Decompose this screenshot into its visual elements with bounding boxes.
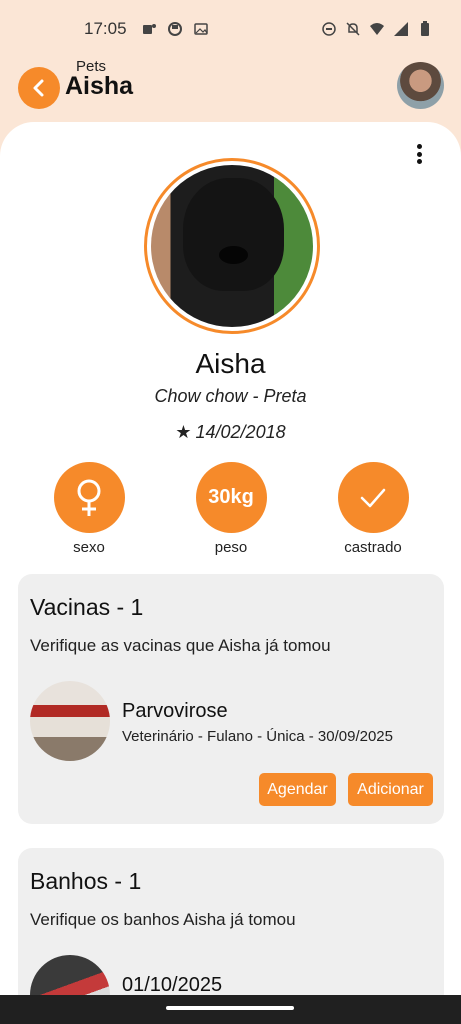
- more-vert-icon: [416, 144, 422, 149]
- wifi-icon: [370, 23, 384, 35]
- chevron-left-icon: [33, 79, 44, 97]
- check-icon: [360, 488, 386, 507]
- vaccines-description: Verifique as vacinas que Aisha já tomou: [30, 636, 331, 655]
- pet-name: Aisha: [195, 348, 266, 379]
- system-navigation-bar: [0, 995, 461, 1024]
- pet-birth-date: ★ 14/02/2018: [0, 422, 461, 443]
- stat-neutered[interactable]: castrado: [323, 462, 423, 556]
- image-icon: [193, 23, 208, 35]
- baths-description: Verifique os banhos Aisha já tomou: [30, 910, 296, 929]
- app-header: Pets Aisha: [0, 58, 461, 122]
- back-button[interactable]: [18, 67, 60, 109]
- baths-title: Banhos - 1: [30, 868, 142, 894]
- dnd-icon: [322, 22, 336, 36]
- app-icon: [167, 22, 182, 36]
- battery-icon: [421, 21, 429, 36]
- pet-breed: Chow chow - Preta: [154, 386, 307, 406]
- schedule-button[interactable]: Agendar: [259, 773, 336, 806]
- pet-stats: sexo 30kg peso castrado: [0, 462, 461, 562]
- pet-profile-sheet: Aisha Chow chow - Preta ★ 14/02/2018 sexo…: [0, 122, 461, 1024]
- add-vaccine-button[interactable]: Adicionar: [348, 773, 433, 806]
- vaccine-thumbnail[interactable]: [30, 681, 110, 761]
- status-time: 17:05: [84, 19, 127, 38]
- vaccine-name: Parvovirose: [122, 700, 228, 722]
- signal-icon: [394, 22, 408, 36]
- pet-photo[interactable]: [144, 158, 320, 334]
- page-title: Aisha: [65, 72, 134, 100]
- birth-date-value: 14/02/2018: [195, 422, 286, 442]
- stat-sex-label: sexo: [73, 539, 105, 556]
- stat-weight[interactable]: 30kg peso: [181, 462, 281, 556]
- status-bar: 17:05: [0, 0, 461, 58]
- more-options-button[interactable]: [409, 142, 429, 166]
- vaccines-title: Vacinas - 1: [30, 594, 144, 620]
- avatar[interactable]: [397, 62, 444, 109]
- bath-date: 01/10/2025: [122, 974, 223, 996]
- teams-icon: [142, 24, 156, 34]
- mute-icon: [346, 22, 360, 36]
- vaccines-card: Vacinas - 1 Verifique as vacinas que Ais…: [18, 574, 444, 824]
- female-icon: [77, 479, 101, 516]
- vaccine-details: Veterinário - Fulano - Única - 30/09/202…: [122, 728, 393, 745]
- stat-weight-label: peso: [214, 539, 248, 556]
- weight-value: 30kg: [195, 462, 267, 533]
- stat-neutered-label: castrado: [344, 539, 402, 556]
- home-handle[interactable]: [166, 1006, 294, 1010]
- stat-sex[interactable]: sexo: [39, 462, 139, 556]
- star-icon: ★: [175, 422, 192, 442]
